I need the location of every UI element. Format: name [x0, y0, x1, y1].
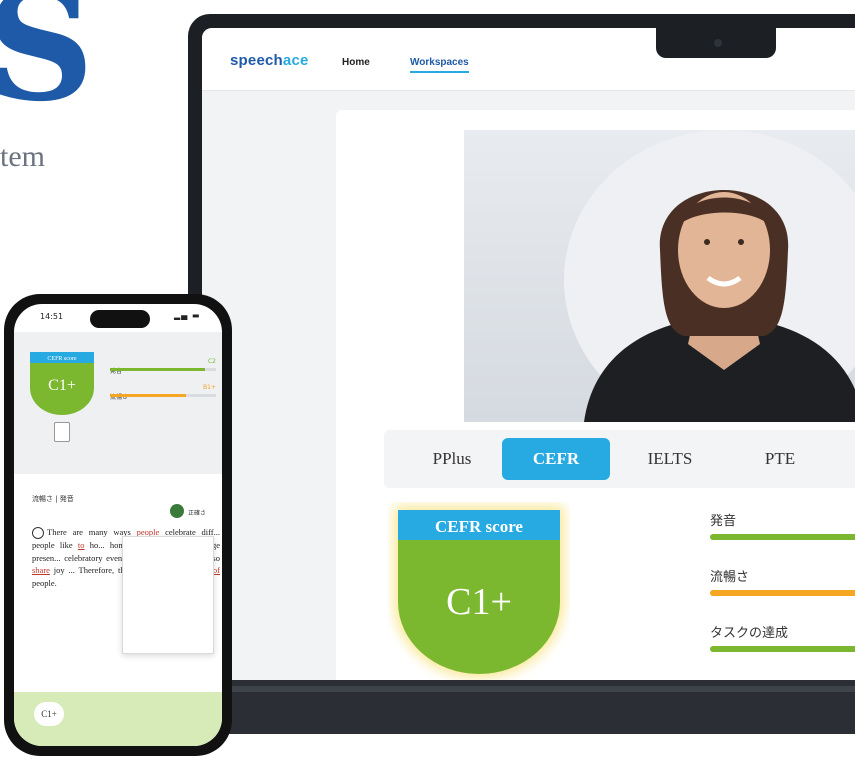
phone-metric-bars: 発音 C2 流暢さ B1+	[110, 358, 216, 410]
metric-fluency: 流暢さ	[710, 566, 855, 622]
phone-screen: 14:51 ▂▄ ▬ CEFR score C1+ 発音 C2 流暢さ B1+ …	[14, 304, 222, 746]
brand-logo-text: tem	[0, 140, 45, 173]
metric-fill	[710, 646, 855, 652]
laptop: speechace Home Workspaces PPlus CEFR IEL…	[188, 14, 855, 734]
dynamic-island	[90, 310, 150, 328]
camera-icon	[714, 39, 722, 47]
phone-metric-track	[110, 368, 216, 371]
metric-label: タスクの達成	[710, 626, 789, 641]
tab-cefr[interactable]: CEFR	[502, 438, 610, 480]
laptop-screen: speechace Home Workspaces PPlus CEFR IEL…	[202, 28, 855, 680]
tab-pte[interactable]: PTE	[726, 438, 834, 480]
signal-battery-icon: ▂▄ ▬	[174, 311, 201, 320]
metric-task-achievement: タスクの達成	[710, 622, 855, 678]
nav-home[interactable]: Home	[342, 57, 370, 68]
phoneme-detail-popup	[122, 536, 214, 654]
phone-status-bar: 14:51 ▂▄ ▬	[14, 304, 222, 332]
phone-metric-value: B1+	[203, 384, 216, 391]
cefr-score-title: CEFR score	[435, 517, 523, 536]
app-logo-prefix: speech	[230, 52, 283, 69]
cefr-score-value: C1+	[446, 581, 512, 623]
metric-bars: 発音 流暢さ タスクの達成	[710, 510, 855, 678]
presenter-video[interactable]	[464, 130, 855, 422]
presenter-avatar-image	[564, 130, 855, 422]
camera-notch	[656, 28, 776, 58]
document-icon[interactable]	[54, 422, 70, 442]
phone-cefr-title: CEFR score	[47, 356, 77, 362]
metric-track	[710, 646, 855, 652]
phone: 14:51 ▂▄ ▬ CEFR score C1+ 発音 C2 流暢さ B1+ …	[4, 294, 232, 756]
nav-workspaces[interactable]: Workspaces	[410, 57, 469, 73]
metric-fill	[710, 534, 855, 540]
play-icon[interactable]	[32, 527, 44, 540]
app-logo-accent: ace	[282, 52, 309, 69]
phone-metric-track	[110, 394, 216, 397]
main-card: PPlus CEFR IELTS PTE CEFR score C1+ 発音 流…	[336, 110, 855, 680]
tab-ielts[interactable]: IELTS	[616, 438, 724, 480]
phone-metric-fill	[110, 368, 206, 371]
brand-logo-letter: S	[0, 0, 95, 135]
phone-cefr-shield: CEFR score C1+	[30, 352, 94, 415]
metric-track	[710, 534, 855, 540]
metric-track	[710, 590, 855, 596]
phone-bottom-score: C1+	[34, 702, 64, 726]
cefr-score-shield: CEFR score C1+	[394, 506, 564, 678]
phone-metric-fluency: 流暢さ B1+	[110, 384, 216, 410]
laptop-hinge	[188, 686, 855, 692]
score-badge-label: 正確さ	[188, 510, 207, 517]
phone-cefr-value: C1+	[48, 377, 76, 394]
app-logo[interactable]: speechace	[230, 52, 309, 69]
score-badge-icon	[170, 504, 184, 518]
tab-pplus[interactable]: PPlus	[398, 438, 506, 480]
phone-section-title: 流暢さ | 発音	[32, 495, 74, 503]
phone-metric-value: C2	[207, 358, 216, 365]
phone-metric-fill	[110, 394, 187, 397]
phone-time: 14:51	[40, 312, 64, 321]
metric-label: 発音	[710, 514, 737, 529]
metric-label: 流暢さ	[710, 570, 750, 585]
phone-metric-pronunciation: 発音 C2	[110, 358, 216, 384]
metric-pronunciation: 発音	[710, 510, 855, 566]
score-tabs: PPlus CEFR IELTS PTE	[384, 430, 855, 488]
metric-fill	[710, 590, 855, 596]
